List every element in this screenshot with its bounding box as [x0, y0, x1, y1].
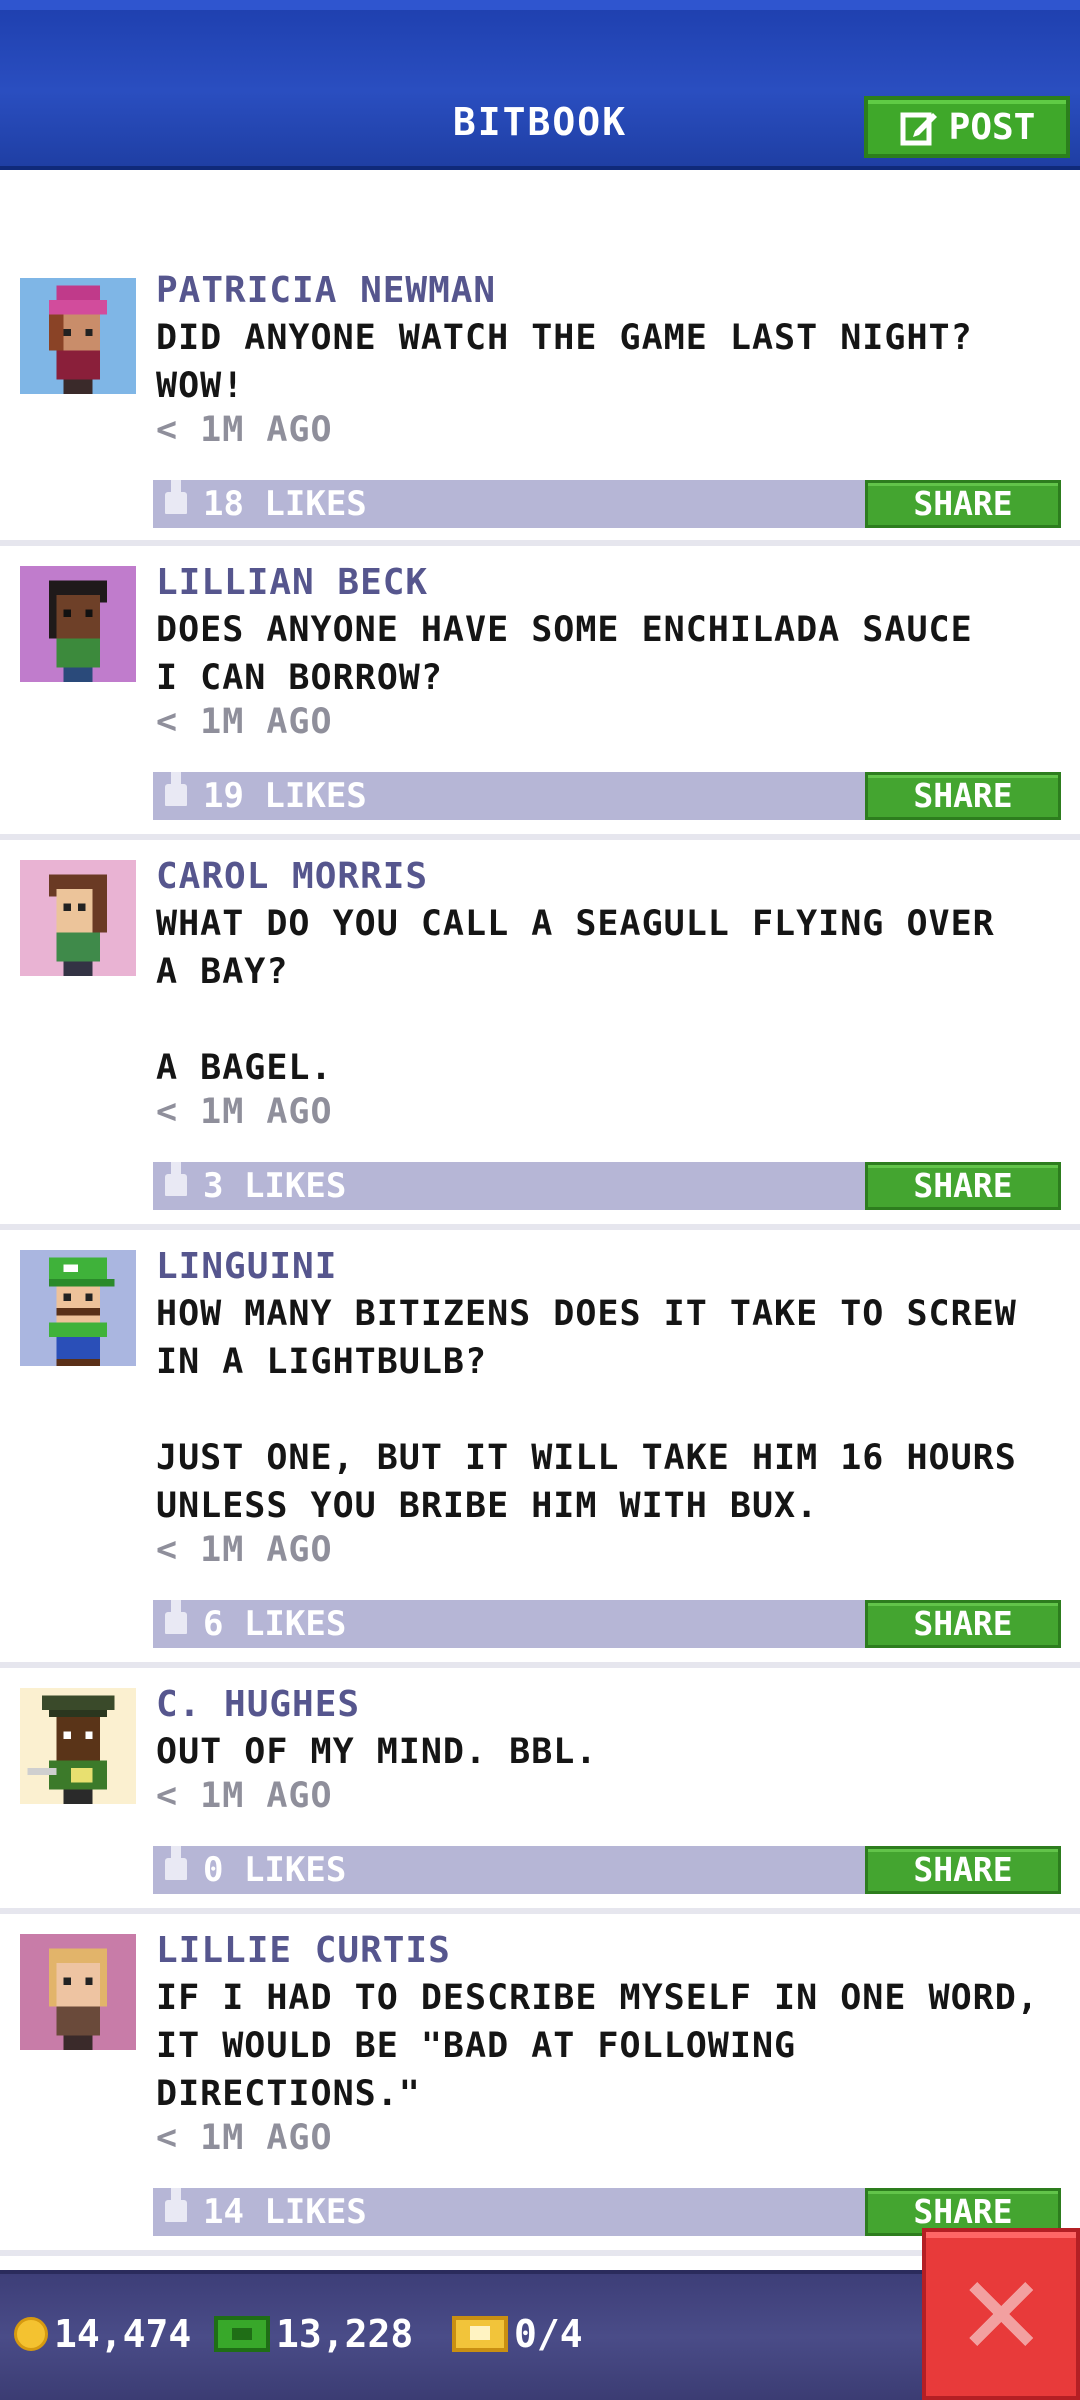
avatar: [20, 1688, 136, 1804]
avatar: [20, 278, 136, 394]
share-button[interactable]: SHARE: [865, 772, 1061, 820]
post-time: < 1M AGO: [156, 1530, 333, 1570]
share-button[interactable]: SHARE: [865, 1600, 1061, 1648]
like-bar[interactable]: 3 LIKES SHARE: [153, 1162, 1061, 1210]
post-button[interactable]: POST: [864, 96, 1070, 158]
close-icon: [969, 2282, 1033, 2346]
thumbs-up-icon: [165, 2188, 187, 2222]
post-button-label: POST: [948, 106, 1036, 148]
thumbs-up-icon: [165, 1162, 187, 1196]
top-bar: BITBOOK POST: [0, 0, 1080, 170]
status-bar: 14,474 13,228 0/4: [0, 2270, 1080, 2400]
share-button[interactable]: SHARE: [865, 480, 1061, 528]
like-bar[interactable]: 18 LIKES SHARE: [153, 480, 1061, 528]
like-bar[interactable]: 19 LIKES SHARE: [153, 772, 1061, 820]
like-count: 0 LIKES: [203, 1850, 347, 1890]
feed-post: LINGUINI HOW MANY BITIZENS DOES IT TAKE …: [0, 1230, 1080, 1668]
post-time: < 1M AGO: [156, 1776, 333, 1816]
feed-post: C. HUGHES OUT OF MY MIND. BBL. < 1M AGO …: [0, 1668, 1080, 1914]
like-count: 14 LIKES: [203, 2192, 367, 2232]
like-count: 19 LIKES: [203, 776, 367, 816]
edit-icon: [900, 112, 937, 146]
avatar: [20, 860, 136, 976]
post-message: DID ANYONE WATCH THE GAME LAST NIGHT? WO…: [156, 318, 973, 406]
tickets-value: 0/4: [514, 2312, 583, 2356]
post-message: OUT OF MY MIND. BBL.: [156, 1732, 598, 1772]
post-message: WHAT DO YOU CALL A SEAGULL FLYING OVER A…: [156, 904, 995, 1088]
like-bar[interactable]: 6 LIKES SHARE: [153, 1600, 1061, 1648]
post-author[interactable]: CAROL MORRIS: [156, 856, 428, 897]
feed-post: CAROL MORRIS WHAT DO YOU CALL A SEAGULL …: [0, 840, 1080, 1230]
close-button[interactable]: [922, 2228, 1080, 2400]
avatar: [20, 1250, 136, 1366]
ticket-icon: [452, 2316, 508, 2352]
like-count: 3 LIKES: [203, 1166, 347, 1206]
post-time: < 1M AGO: [156, 1092, 333, 1132]
bux-icon: [214, 2316, 270, 2352]
post-time: < 1M AGO: [156, 702, 333, 742]
thumbs-up-icon: [165, 1846, 187, 1880]
post-author[interactable]: C. HUGHES: [156, 1684, 360, 1725]
avatar: [20, 566, 136, 682]
coins-counter: 14,474: [14, 2312, 191, 2356]
share-button[interactable]: SHARE: [865, 1162, 1061, 1210]
post-author[interactable]: LILLIE CURTIS: [156, 1930, 451, 1971]
post-message: IF I HAD TO DESCRIBE MYSELF IN ONE WORD,…: [156, 1978, 1039, 2114]
thumbs-up-icon: [165, 480, 187, 514]
post-author[interactable]: LINGUINI: [156, 1246, 337, 1287]
post-author[interactable]: LILLIAN BECK: [156, 562, 428, 603]
post-time: < 1M AGO: [156, 410, 333, 450]
thumbs-up-icon: [165, 772, 187, 806]
feed-post: PATRICIA NEWMAN DID ANYONE WATCH THE GAM…: [0, 170, 1080, 546]
coins-value: 14,474: [54, 2312, 192, 2356]
post-time: < 1M AGO: [156, 2118, 333, 2158]
thumbs-up-icon: [165, 1600, 187, 1634]
like-bar[interactable]: 0 LIKES SHARE: [153, 1846, 1061, 1894]
share-button[interactable]: SHARE: [865, 1846, 1061, 1894]
like-count: 6 LIKES: [203, 1604, 347, 1644]
feed-post: LILLIE CURTIS IF I HAD TO DESCRIBE MYSEL…: [0, 1914, 1080, 2256]
post-message: DOES ANYONE HAVE SOME ENCHILADA SAUCE I …: [156, 610, 973, 698]
coin-icon: [14, 2317, 48, 2351]
like-count: 18 LIKES: [203, 484, 367, 524]
feed-post: LILLIAN BECK DOES ANYONE HAVE SOME ENCHI…: [0, 546, 1080, 840]
avatar: [20, 1934, 136, 2050]
bux-value: 13,228: [276, 2312, 414, 2356]
tickets-counter: 0/4: [452, 2312, 583, 2356]
post-author[interactable]: PATRICIA NEWMAN: [156, 270, 496, 311]
post-message: HOW MANY BITIZENS DOES IT TAKE TO SCREW …: [156, 1294, 1017, 1526]
bux-counter: 13,228: [214, 2312, 413, 2356]
